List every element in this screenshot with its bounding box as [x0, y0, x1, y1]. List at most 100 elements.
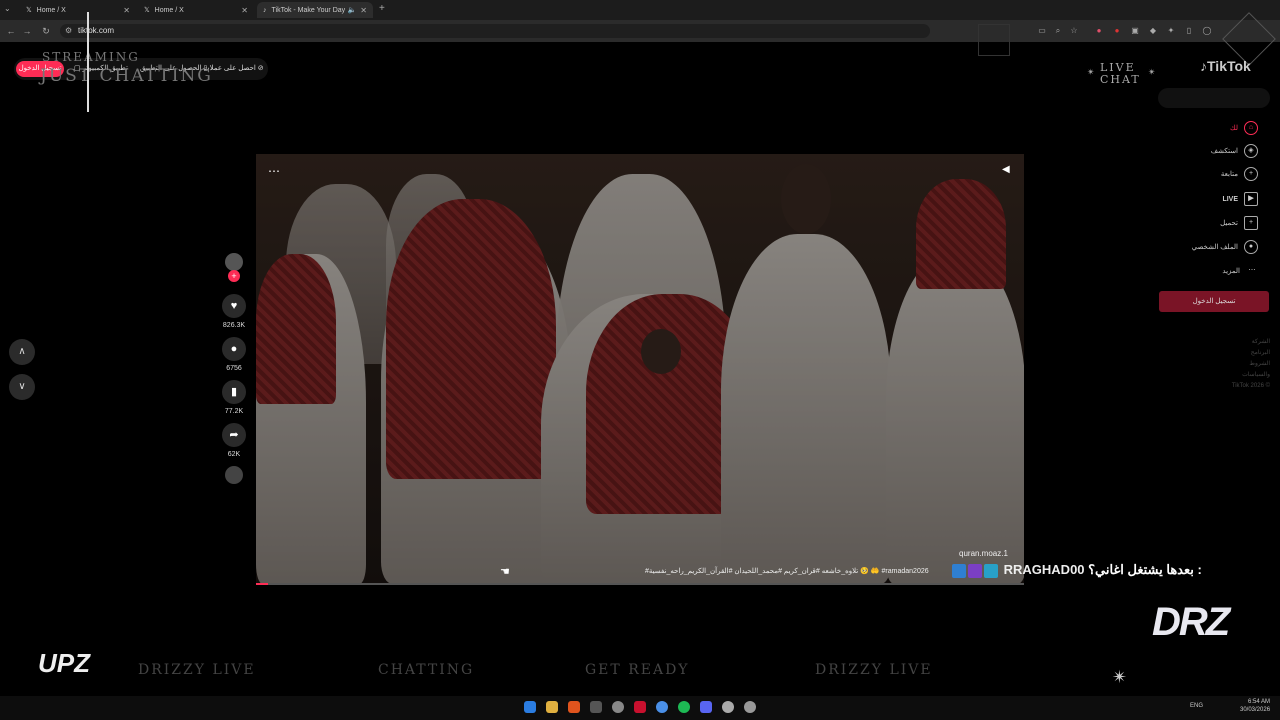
profile-icon[interactable]: ◯	[1202, 26, 1212, 36]
discord-icon[interactable]	[700, 701, 712, 713]
extensions-icon[interactable]: ✦	[1166, 26, 1176, 36]
upload-icon: +	[1244, 216, 1258, 230]
sidebar-item-live[interactable]: LIVE ▶	[1222, 192, 1258, 206]
close-icon[interactable]: ✕	[123, 6, 130, 15]
app-icon[interactable]	[612, 701, 624, 713]
comment-button[interactable]: ●	[222, 337, 246, 361]
bookmark-button[interactable]: ▮	[222, 380, 246, 404]
chrome-icon[interactable]	[656, 701, 668, 713]
spotify-icon[interactable]	[678, 701, 690, 713]
bottom-brand-word: DRIZZY LIVE	[815, 662, 933, 678]
footer-link[interactable]: البرنامج	[1230, 348, 1270, 359]
video-author[interactable]: quran.moaz.1	[959, 549, 1008, 558]
share-button[interactable]: ➦	[222, 423, 246, 447]
sidebar-item-label: LIVE	[1222, 195, 1238, 203]
video-shade	[256, 154, 1024, 584]
sidebar-item-profile[interactable]: الملف الشخصي ●	[1192, 240, 1258, 254]
avatar[interactable]	[225, 253, 243, 271]
file-explorer-icon[interactable]	[546, 701, 558, 713]
home-icon: ⌂	[1244, 121, 1258, 135]
back-icon[interactable]: ←	[4, 24, 18, 38]
sidebar-footer: الشركة البرنامج الشروط والسياسات TikTok …	[1230, 337, 1270, 392]
more-options-icon[interactable]: ⋯	[268, 164, 280, 178]
search-input[interactable]	[1158, 88, 1270, 108]
new-tab-button[interactable]: +	[379, 3, 385, 14]
sidebar-login-button[interactable]: تسجيل الدخول	[1159, 291, 1269, 312]
more-icon: ⋯	[1248, 267, 1256, 274]
clock-time: 6:54 AM	[1248, 699, 1271, 705]
tiktok-logo-text: TikTok	[1207, 58, 1251, 74]
app-icon[interactable]	[634, 701, 646, 713]
previous-video-button[interactable]: ∧	[9, 339, 35, 365]
speaker-icon[interactable]: 🔈	[348, 6, 357, 14]
badge-icon	[984, 563, 998, 578]
like-count: 826.3K	[222, 322, 246, 329]
video-progress-track[interactable]	[256, 583, 1024, 585]
close-icon[interactable]: ✕	[241, 6, 248, 15]
brave-icon[interactable]	[568, 701, 580, 713]
site-info-icon[interactable]: ⚙	[65, 24, 72, 38]
extension-icon[interactable]: ●	[1112, 26, 1122, 36]
tab-list-icon[interactable]: ⌄	[4, 4, 11, 13]
volume-icon[interactable]: ◀	[1002, 164, 1010, 175]
like-button[interactable]: ♥	[222, 294, 246, 318]
sidebar-icon[interactable]: ▯	[1184, 26, 1194, 36]
profile-icon: ●	[1244, 240, 1258, 254]
sidebar-item-upload[interactable]: تحميل +	[1220, 216, 1258, 230]
logo-right: DRZ	[1152, 600, 1230, 644]
tab-home-x-1[interactable]: 𝕏 Home / X ✕	[20, 2, 136, 18]
sparkle-icon: ✴	[1112, 667, 1128, 687]
sidebar-item-more[interactable]: المزيد ⋯	[1222, 265, 1258, 277]
sidebar-item-label: تحميل	[1220, 220, 1238, 227]
share-count: 62K	[227, 451, 241, 458]
tab-home-x-2[interactable]: 𝕏 Home / X ✕	[138, 2, 254, 18]
bottom-brand-word: GET READY	[585, 662, 690, 678]
chat-message-text: بعدها يشتغل اغاني؟ :	[1088, 562, 1202, 577]
forward-icon[interactable]: →	[20, 24, 34, 38]
extension-icon[interactable]: ▣	[1130, 26, 1140, 36]
live-chat-label: LIVE CHAT	[1100, 61, 1141, 86]
video-caption: #تلاوه_خاشعه #قران_كريم #محمد_اللحيدان #…	[645, 568, 929, 575]
extension-icon[interactable]: ●	[1094, 26, 1104, 36]
cast-icon[interactable]: ▭	[1037, 26, 1047, 36]
footer-link[interactable]: الشروط والسياسات	[1230, 359, 1270, 381]
sidebar-item-following[interactable]: متابعة +	[1221, 167, 1258, 181]
compass-icon: ◈	[1244, 144, 1258, 158]
language-indicator[interactable]: ENG	[1190, 703, 1203, 709]
steam-icon[interactable]	[722, 701, 734, 713]
follow-plus-icon[interactable]: +	[228, 270, 240, 282]
stream-subtitle: JUST CHATTING	[40, 66, 213, 86]
url-text: tiktok.com	[78, 26, 115, 35]
tab-title: Home / X	[36, 6, 66, 14]
obs-icon[interactable]	[744, 701, 756, 713]
reload-icon[interactable]: ↻	[39, 24, 53, 38]
save-count: 77.2K	[224, 408, 244, 415]
badge-icon	[952, 563, 966, 578]
sidebar-item-label: لك	[1229, 125, 1238, 132]
x-icon: 𝕏	[144, 7, 150, 14]
sidebar-item-foryou[interactable]: لك ⌂	[1230, 121, 1258, 135]
clock[interactable]: 6:54 AM 30/03/2026	[1240, 698, 1270, 714]
app-icon[interactable]	[590, 701, 602, 713]
stream-title: STREAMING	[42, 50, 140, 64]
close-icon[interactable]: ✕	[360, 6, 367, 15]
live-icon: ▶	[1244, 192, 1258, 206]
video-player[interactable]: ⋯ ◀	[256, 154, 1024, 584]
footer-link[interactable]: الشركة	[1230, 337, 1270, 348]
tab-title: Home / X	[154, 6, 184, 14]
address-bar[interactable]: ⚙ tiktok.com	[60, 24, 930, 38]
sidebar-item-explore[interactable]: استكشف ◈	[1211, 144, 1258, 158]
bookmark-star-icon[interactable]: ☆	[1069, 26, 1079, 36]
tab-tiktok[interactable]: ♪ TikTok - Make Your Day 🔈 ✕	[257, 2, 373, 18]
music-disc-icon[interactable]	[225, 466, 243, 484]
clock-date: 30/03/2026	[1240, 707, 1271, 713]
next-video-button[interactable]: ∨	[9, 374, 35, 400]
chat-username: RRAGHAD00	[1003, 562, 1085, 577]
ornament-icon	[978, 24, 1010, 56]
zoom-icon[interactable]: ⌕	[1053, 26, 1063, 36]
tiktok-logo[interactable]: ♪TikTok	[1200, 58, 1251, 74]
footer-copyright: TikTok 2026 ©	[1231, 383, 1270, 389]
windows-start-icon[interactable]	[524, 701, 536, 713]
extension-icon[interactable]: ◆	[1148, 26, 1158, 36]
sidebar-item-label: استكشف	[1210, 148, 1238, 155]
